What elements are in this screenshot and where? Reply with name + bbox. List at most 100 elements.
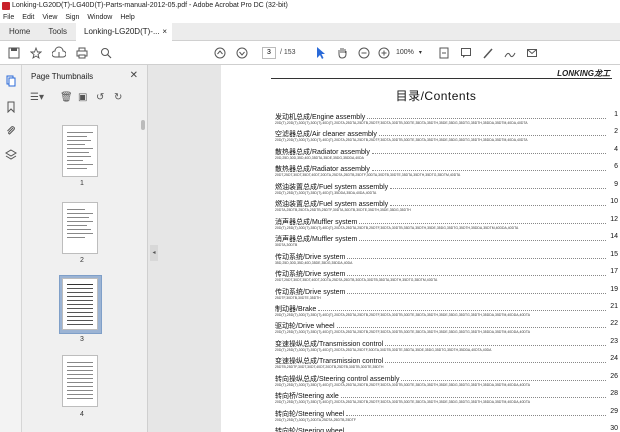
toc-entry-models: 20D(T),25D(T),30D(T),35D(T),40D(T),35DDA…	[275, 190, 377, 195]
tab-home[interactable]: Home	[0, 23, 39, 41]
toc-entry-page: 14	[610, 233, 618, 241]
thumbnail-scrollbar-thumb[interactable]	[141, 120, 145, 130]
thumbnail-label-4: 4	[80, 411, 84, 418]
thumbnail-label-3: 3	[80, 336, 84, 343]
toc-leader-dots	[390, 205, 606, 207]
page-number-input[interactable]: 3	[262, 47, 276, 59]
fit-page-button[interactable]	[438, 45, 450, 61]
upload-button[interactable]	[52, 45, 66, 61]
tab-document[interactable]: Lonking-LG20D(T)-... ×	[76, 23, 173, 41]
hand-tool-button[interactable]	[336, 45, 348, 61]
options-menu-icon[interactable]: ☰▾	[30, 91, 44, 105]
trash-icon[interactable]: 🗑	[60, 91, 73, 105]
toc-entry-page: 15	[610, 250, 618, 258]
print-button[interactable]	[76, 45, 88, 61]
layers-icon	[5, 149, 17, 160]
zoom-level-select[interactable]: 100% ▾	[396, 47, 430, 59]
annotate-button[interactable]	[460, 45, 472, 61]
toc-entry-models: 20D,25D,30D,35D,40D,35DTA,35DE,35DG,35DD…	[275, 155, 364, 160]
save-button[interactable]	[8, 45, 20, 61]
rotate-left-icon[interactable]: ↺	[96, 91, 104, 105]
toc-entry-models: 30DTA,30DTB	[275, 243, 298, 248]
toc-entry-page: 12	[610, 215, 618, 223]
tab-document-label: Lonking-LG20D(T)-...	[84, 27, 160, 36]
thumbnail-page-2[interactable]	[62, 202, 98, 254]
toc-entry-page: 19	[610, 285, 618, 293]
next-page-button[interactable]	[236, 45, 248, 61]
toc-leader-dots	[337, 327, 606, 329]
rotate-right-icon[interactable]: ↻	[114, 91, 122, 105]
zoom-in-button[interactable]	[378, 45, 390, 61]
thumbnail-label-1: 1	[80, 180, 84, 187]
toc-entry-page: 1	[614, 111, 618, 118]
tab-bar: Home Tools Lonking-LG20D(T)-... ×	[0, 23, 620, 41]
toc-entry-models: 20D(T),25D(T),30D(T),35D(T),40D(T),20DTA…	[275, 400, 531, 405]
toc-entry-models: 20D(T),25D(T),30D(T),35D(T),40D(T),20DTA…	[275, 312, 531, 317]
save-icon	[8, 47, 20, 59]
toc-leader-dots	[385, 344, 606, 346]
toc-entry-page: 9	[614, 180, 618, 188]
paperclip-icon	[7, 126, 15, 135]
toc-entry-models: 20D(T),25D(T),30D(T),35D(T),40D(T),20DTA…	[275, 382, 531, 387]
toc-leader-dots	[346, 414, 606, 416]
toc-entry-page: 29	[610, 407, 618, 415]
share-button[interactable]	[526, 45, 538, 61]
toc-leader-dots	[372, 170, 606, 172]
toc-entry-models: 20DT,25DT,30DT,35DT,40DT,20DTA,25DTA,25D…	[275, 278, 438, 283]
toc-leader-dots	[372, 152, 606, 154]
tab-close-icon[interactable]: ×	[162, 23, 167, 41]
window-title: Lonking-LG20D(T)-LG40D(T)-Parts-manual-2…	[12, 2, 288, 9]
menu-window[interactable]: Window	[87, 12, 112, 23]
thumbnail-page-1[interactable]	[62, 125, 98, 177]
thumbnails-rail-button[interactable]	[5, 75, 17, 87]
window-titlebar: Lonking-LG20D(T)-LG40D(T)-Parts-manual-2…	[0, 0, 620, 12]
zoom-in-icon	[378, 47, 390, 59]
acrobat-app-icon	[2, 2, 10, 10]
prev-page-button[interactable]	[214, 45, 226, 61]
menu-file[interactable]: File	[3, 12, 14, 23]
toc-entry-page: 23	[610, 337, 618, 345]
bookmark-button[interactable]	[30, 45, 42, 61]
document-viewport[interactable]: LONKING龙工 目录/Contents 发动机总成/Engine assem…	[158, 65, 620, 432]
zoom-out-button[interactable]	[358, 45, 370, 61]
insert-page-icon[interactable]: ▣	[78, 91, 87, 105]
toc-leader-dots	[359, 240, 606, 242]
cloud-upload-icon	[52, 46, 66, 58]
toc-leader-dots	[318, 309, 606, 311]
toc-heading: 目录/Contents	[395, 89, 477, 103]
thumbnail-page-3[interactable]	[62, 278, 98, 330]
thumbnail-page-4[interactable]	[62, 355, 98, 407]
panel-collapse-toggle[interactable]: ◂	[150, 245, 158, 261]
panel-toolbar: ☰▾ 🗑 ▣ ↺ ↻	[30, 91, 140, 105]
page-thumbnails-icon	[6, 75, 16, 87]
layers-rail-button[interactable]	[5, 149, 17, 161]
menu-sign[interactable]: Sign	[65, 12, 79, 23]
comment-icon	[461, 48, 471, 58]
pdf-page: LONKING龙工 目录/Contents 发动机总成/Engine assem…	[221, 65, 620, 432]
toc-entry-page: 26	[610, 372, 618, 380]
toc-entry-models: 20D(T),25D(T),30D(T),35D(T),40D(T),20DTA…	[275, 347, 492, 352]
menu-help[interactable]: Help	[120, 12, 134, 23]
thumbnail-scrollbar[interactable]	[139, 113, 145, 430]
toc-entry-models: 35D,25D,30D,35D,40D,35DE,35DG,35DDA,40DA	[275, 260, 353, 265]
envelope-icon	[527, 49, 537, 57]
toc-leader-dots	[341, 397, 606, 399]
bookmarks-rail-button[interactable]	[5, 101, 17, 114]
attachments-rail-button[interactable]	[5, 125, 17, 137]
highlight-button[interactable]	[482, 45, 494, 61]
sign-button[interactable]	[504, 45, 516, 61]
zoom-level-value: 100%	[396, 49, 414, 56]
arrow-down-circle-icon	[236, 47, 248, 59]
select-tool-button[interactable]	[314, 45, 326, 61]
toc-entry-models: 25DTB,25DTF,30DT,30DT,40DT,20DTB,25DTB,3…	[275, 365, 384, 370]
panel-close-icon[interactable]: ✕	[130, 70, 138, 81]
tab-tools[interactable]: Tools	[39, 23, 76, 41]
toc-entry-page: 21	[610, 302, 618, 310]
menu-edit[interactable]: Edit	[22, 12, 34, 23]
search-button[interactable]	[100, 45, 112, 61]
toc-leader-dots	[347, 257, 606, 259]
menu-view[interactable]: View	[42, 12, 57, 23]
toc-entry-models: 20D(T),25D(T),30D(T),20DTA,25DTA,25DTB,2…	[275, 417, 357, 422]
toc-entry-models: 20D(T),25D(T),30D(T),35D(T),40D(T),20DTA…	[275, 225, 519, 230]
toc-entry-models: 20D(T),25D(T),30D(T),35D(T),40D(T),20DTA…	[275, 330, 531, 335]
